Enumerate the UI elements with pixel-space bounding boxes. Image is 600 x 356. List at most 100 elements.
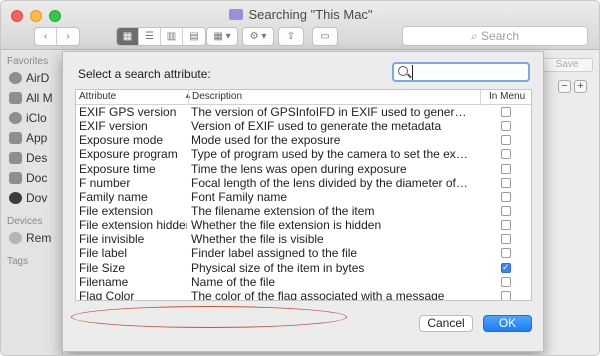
table-row[interactable]: Exposure program Type of program used by …	[76, 147, 531, 162]
column-view-icon[interactable]: ▥	[161, 28, 183, 45]
attribute-description: Physical size of the item in bytes	[191, 260, 365, 275]
ok-button[interactable]: OK	[483, 315, 532, 332]
tags-button[interactable]: ▭	[312, 27, 338, 46]
attribute-search-field[interactable]	[392, 62, 530, 82]
in-menu-checkbox[interactable]	[501, 177, 511, 188]
table-row[interactable]: File Size Physical size of the item in by…	[76, 260, 531, 275]
table-row[interactable]: Filename Name of the file	[76, 274, 531, 289]
column-header-attribute[interactable]: Attribute	[79, 91, 116, 102]
in-menu-checkbox[interactable]	[501, 248, 511, 259]
search-icon: ⌕	[470, 29, 478, 43]
back-button[interactable]: ‹	[35, 28, 57, 45]
sidebar-item-applications[interactable]: App	[9, 131, 47, 149]
sidebar-item-all-my-files[interactable]: All M	[9, 91, 53, 109]
list-view-icon[interactable]: ☰	[139, 28, 161, 45]
attribute-search-input[interactable]	[412, 65, 524, 80]
arrange-icon: ▦ ▾	[213, 31, 231, 42]
table-row[interactable]: File extension The filename extension of …	[76, 203, 531, 218]
table-header: Attribute ▲ Description In Menu	[76, 90, 531, 105]
attribute-description: Whether the file is visible	[191, 232, 324, 247]
download-icon	[9, 192, 22, 204]
table-row[interactable]: F number Focal length of the lens divided…	[76, 175, 531, 190]
sidebar: Favorites AirD All M iClo App Des Doc Do…	[1, 51, 63, 355]
forward-button[interactable]: ›	[57, 28, 79, 45]
action-menu[interactable]: ⚙ ▾	[242, 27, 274, 46]
save-search-button[interactable]: Save	[541, 58, 593, 72]
arrange-menu[interactable]: ▦ ▾	[206, 27, 238, 46]
airdrop-icon	[9, 72, 22, 84]
search-criteria-area	[537, 51, 599, 355]
column-header-description[interactable]: Description	[192, 91, 242, 102]
sidebar-heading-favorites: Favorites	[7, 56, 49, 67]
attribute-table: Attribute ▲ Description In Menu EXIF GPS…	[75, 89, 532, 301]
attribute-description: The color of the flag associated with a …	[191, 288, 445, 301]
table-row[interactable]: File invisible Whether the file is visibl…	[76, 232, 531, 247]
attribute-name: Family name	[79, 189, 148, 204]
attribute-name: EXIF GPS version	[79, 105, 177, 119]
attribute-name: File invisible	[79, 232, 145, 247]
table-row[interactable]: Flag Color The color of the flag associat…	[76, 288, 531, 301]
column-divider[interactable]	[188, 90, 189, 105]
applications-icon	[9, 132, 22, 144]
attribute-name: File Size	[79, 260, 126, 275]
cloud-icon	[9, 112, 22, 124]
sidebar-item-downloads[interactable]: Dov	[9, 191, 47, 209]
tag-icon: ▭	[320, 31, 330, 42]
document-icon	[9, 172, 22, 184]
sidebar-item-icloud[interactable]: iClo	[9, 111, 47, 129]
smart-folder-icon	[229, 9, 244, 20]
attribute-description: Finder label assigned to the file	[191, 246, 358, 261]
attribute-description: Type of program used by the camera to se…	[191, 147, 471, 162]
in-menu-checkbox[interactable]	[501, 149, 511, 160]
attribute-name: Flag Color	[79, 288, 135, 301]
sidebar-item-desktop[interactable]: Des	[9, 151, 47, 169]
toolbar-search-field[interactable]: ⌕ Search	[402, 26, 588, 46]
table-body: EXIF GPS version The version of GPSInfoIF…	[76, 105, 531, 301]
table-row[interactable]: Exposure mode Mode used for the exposure	[76, 133, 531, 148]
attribute-description: Version of EXIF used to generate the met…	[191, 119, 442, 134]
cancel-button[interactable]: Cancel	[419, 315, 473, 332]
attribute-description: Name of the file	[191, 274, 276, 289]
in-menu-checkbox[interactable]	[501, 135, 511, 146]
add-criteria-button[interactable]: +	[574, 80, 587, 93]
remove-criteria-button[interactable]: −	[558, 80, 571, 93]
finder-window: Searching "This Mac" ‹ ‹ › ▦ ☰ ▥ ▤ ▦ ▾ ⚙…	[0, 0, 600, 356]
in-menu-checkbox[interactable]	[501, 107, 511, 117]
attribute-name: File extension hidden	[79, 218, 187, 233]
all-files-icon	[9, 92, 22, 104]
table-row[interactable]: File label Finder label assigned to the f…	[76, 246, 531, 261]
in-menu-checkbox[interactable]	[501, 261, 511, 275]
share-button[interactable]: ⇪	[278, 27, 304, 46]
search-icon	[398, 66, 408, 76]
attribute-description: Whether the file extension is hidden	[191, 218, 382, 233]
in-menu-checkbox[interactable]	[501, 191, 511, 202]
icon-view-icon[interactable]: ▦	[117, 28, 139, 45]
in-menu-checkbox[interactable]	[501, 290, 511, 300]
table-row[interactable]: Exposure time Time the lens was open duri…	[76, 162, 531, 176]
sidebar-item-airdrop[interactable]: AirD	[9, 71, 49, 89]
gallery-view-icon[interactable]: ▤	[183, 28, 205, 45]
table-row[interactable]: File extension hidden Whether the file ex…	[76, 218, 531, 233]
table-row[interactable]: EXIF version Version of EXIF used to gene…	[76, 119, 531, 134]
sidebar-heading-tags: Tags	[7, 256, 29, 267]
table-row[interactable]: Family name Font Family name	[76, 189, 531, 204]
column-header-in-menu[interactable]: In Menu	[489, 91, 525, 102]
in-menu-checkbox[interactable]	[501, 163, 511, 174]
in-menu-checkbox[interactable]	[501, 205, 511, 216]
attribute-name: File label	[79, 246, 128, 261]
attribute-description: Focal length of the lens divided by the …	[191, 175, 471, 190]
attribute-description: The version of GPSInfoIFD in EXIF used t…	[191, 105, 471, 119]
gear-icon: ⚙ ▾	[249, 31, 267, 42]
in-menu-checkbox[interactable]	[501, 276, 511, 287]
in-menu-checkbox[interactable]	[501, 234, 511, 245]
column-divider[interactable]	[480, 90, 481, 105]
table-row[interactable]: EXIF GPS version The version of GPSInfoIF…	[76, 105, 531, 119]
disc-icon	[9, 232, 22, 244]
in-menu-checkbox[interactable]	[501, 220, 511, 231]
window-title: Searching "This Mac"	[1, 7, 599, 22]
sidebar-item-documents[interactable]: Doc	[9, 171, 47, 189]
attribute-description: The filename extension of the item	[191, 203, 375, 218]
attribute-name: Exposure mode	[79, 133, 164, 148]
sidebar-item-remote-disc[interactable]: Rem	[9, 231, 51, 249]
in-menu-checkbox[interactable]	[501, 121, 511, 132]
